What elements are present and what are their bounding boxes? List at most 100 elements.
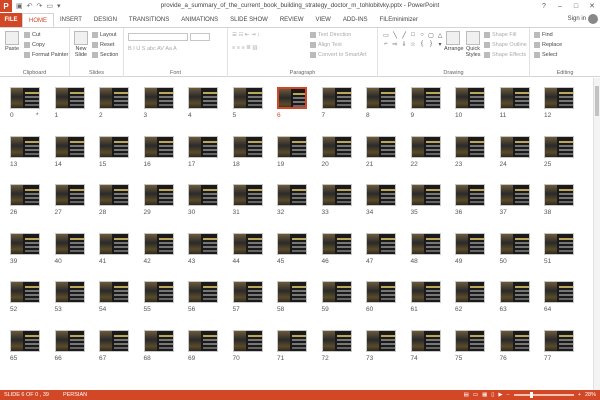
tab-review[interactable]: REVIEW — [274, 13, 310, 27]
shape-effects-button[interactable]: Shape Effects — [484, 52, 526, 58]
slide-thumbnail[interactable] — [410, 329, 441, 352]
slide-thumbnail[interactable] — [277, 281, 307, 303]
slide-thumbnail[interactable] — [499, 232, 530, 255]
zoom-slider[interactable] — [513, 392, 574, 398]
slide-thumbnail[interactable] — [321, 281, 352, 303]
slide-thumbnail[interactable] — [188, 135, 218, 158]
tab-design[interactable]: DESIGN — [88, 13, 123, 27]
layout-button[interactable]: Layout — [92, 32, 117, 38]
slide-thumbnail[interactable] — [544, 232, 574, 255]
slide-thumbnail[interactable] — [410, 184, 441, 206]
brace-shape-icon[interactable]: { — [418, 40, 426, 48]
tab-home[interactable]: HOME — [22, 13, 54, 27]
redo-icon[interactable]: ↷ — [37, 2, 43, 10]
arrow-shape-icon[interactable]: ⇨ — [391, 40, 399, 48]
copy-button[interactable]: Copy — [24, 42, 45, 48]
shape-fill-button[interactable]: Shape Fill — [484, 32, 516, 38]
line-shape-icon[interactable]: ╱ — [400, 31, 408, 39]
slide-thumbnail[interactable] — [366, 184, 396, 206]
shape-outline-button[interactable]: Shape Outline — [484, 42, 527, 48]
user-avatar-icon[interactable] — [588, 14, 598, 24]
more-shapes-icon[interactable]: ▾ — [436, 40, 444, 48]
slide-thumbnail[interactable] — [188, 281, 218, 303]
slide-thumbnail[interactable] — [143, 87, 174, 109]
textbox-shape-icon[interactable]: ▭ — [382, 31, 390, 39]
rectangle-shape-icon[interactable]: □ — [409, 31, 417, 39]
replace-button[interactable]: Replace — [534, 42, 562, 48]
slide-thumbnail[interactable] — [366, 135, 396, 158]
slide-thumbnail[interactable] — [277, 329, 307, 352]
slide-thumbnail[interactable] — [499, 135, 530, 158]
zoom-in-icon[interactable]: + — [578, 392, 581, 398]
section-button[interactable]: Section — [92, 52, 118, 58]
convert-smartart-button[interactable]: Convert to SmartArt — [310, 52, 367, 58]
font-size-select[interactable] — [190, 33, 210, 41]
slide-thumbnail[interactable] — [544, 87, 574, 109]
paste-button[interactable]: Paste — [4, 31, 20, 52]
customize-qat-icon[interactable]: ▾ — [57, 2, 61, 10]
slide-thumbnail[interactable] — [544, 329, 574, 352]
slide-thumbnail[interactable] — [54, 135, 85, 158]
arrange-button[interactable]: Arrange — [444, 31, 464, 52]
slide-thumbnail[interactable] — [455, 135, 485, 158]
alignment-buttons[interactable]: ≡ ≡ ≡ ≣ ▥ — [232, 45, 258, 51]
slide-thumbnail[interactable] — [455, 184, 485, 206]
zoom-out-icon[interactable]: − — [507, 392, 510, 398]
slide-thumbnail[interactable] — [143, 329, 174, 352]
slide-thumbnail[interactable] — [232, 329, 263, 352]
language-indicator[interactable]: PERSIAN — [63, 392, 87, 398]
slide-thumbnail[interactable] — [366, 87, 396, 109]
slide-thumbnail[interactable] — [321, 184, 352, 206]
brace-shape-icon[interactable]: } — [427, 40, 435, 48]
slide-thumbnail[interactable] — [232, 184, 263, 206]
slide-thumbnail[interactable] — [455, 87, 485, 109]
slide-thumbnail[interactable] — [99, 184, 129, 206]
slide-thumbnail[interactable] — [143, 135, 174, 158]
minimize-button[interactable]: – — [552, 0, 568, 12]
slide-thumbnail[interactable] — [10, 281, 40, 303]
slide-thumbnail[interactable] — [143, 232, 174, 255]
slide-thumbnail[interactable] — [277, 232, 307, 255]
star-shape-icon[interactable]: ☆ — [409, 40, 417, 48]
tab-transitions[interactable]: TRANSITIONS — [123, 13, 175, 27]
slide-thumbnail[interactable] — [10, 329, 40, 352]
tab-view[interactable]: VIEW — [310, 13, 337, 27]
slide-thumbnail[interactable] — [10, 232, 40, 255]
tab-add-ins[interactable]: ADD-INS — [337, 13, 374, 27]
list-buttons[interactable]: ☰ ☷ ⇤ ⇥ ↕ — [232, 32, 260, 38]
rounded-rect-shape-icon[interactable]: ▢ — [427, 31, 435, 39]
slide-thumbnail[interactable] — [54, 281, 85, 303]
slide-thumbnail[interactable] — [54, 87, 85, 109]
slide-thumbnail[interactable] — [321, 232, 352, 255]
slide-thumbnail[interactable] — [232, 232, 263, 255]
tab-slide-show[interactable]: SLIDE SHOW — [224, 13, 274, 27]
font-family-select[interactable] — [128, 33, 188, 41]
slide-thumbnail[interactable] — [366, 329, 396, 352]
slide-thumbnail[interactable] — [277, 87, 307, 109]
slide-thumbnail[interactable] — [544, 281, 574, 303]
slide-thumbnail[interactable] — [232, 87, 263, 109]
slide-thumbnail[interactable] — [455, 329, 485, 352]
slide-thumbnail[interactable] — [232, 135, 263, 158]
maximize-button[interactable]: □ — [568, 0, 584, 12]
select-button[interactable]: Select — [534, 52, 557, 58]
scrollbar-thumb[interactable] — [595, 86, 599, 116]
slide-thumbnail[interactable] — [499, 87, 530, 109]
quick-styles-button[interactable]: Quick Styles — [464, 31, 482, 58]
font-format-buttons[interactable]: B I U S abc AV Aa A — [128, 46, 177, 52]
new-slide-button[interactable]: New Slide — [72, 31, 90, 58]
slide-thumbnail[interactable] — [188, 184, 218, 206]
slide-thumbnail[interactable] — [143, 281, 174, 303]
format-painter-button[interactable]: Format Painter — [24, 52, 68, 58]
vertical-scrollbar[interactable] — [593, 78, 600, 390]
cut-button[interactable]: Cut — [24, 32, 41, 38]
reset-button[interactable]: Reset — [92, 42, 114, 48]
start-from-beginning-icon[interactable]: ▭ — [46, 2, 53, 10]
slide-thumbnail[interactable] — [188, 232, 218, 255]
tab-fileminimizer[interactable]: FILEminimizer — [374, 13, 424, 27]
save-icon[interactable]: ▣ — [16, 2, 23, 10]
oval-shape-icon[interactable]: ○ — [418, 31, 426, 39]
slide-sorter-view-icon[interactable]: ▦ — [482, 392, 487, 398]
slide-thumbnail[interactable] — [321, 87, 352, 109]
slide-thumbnail[interactable] — [366, 281, 396, 303]
